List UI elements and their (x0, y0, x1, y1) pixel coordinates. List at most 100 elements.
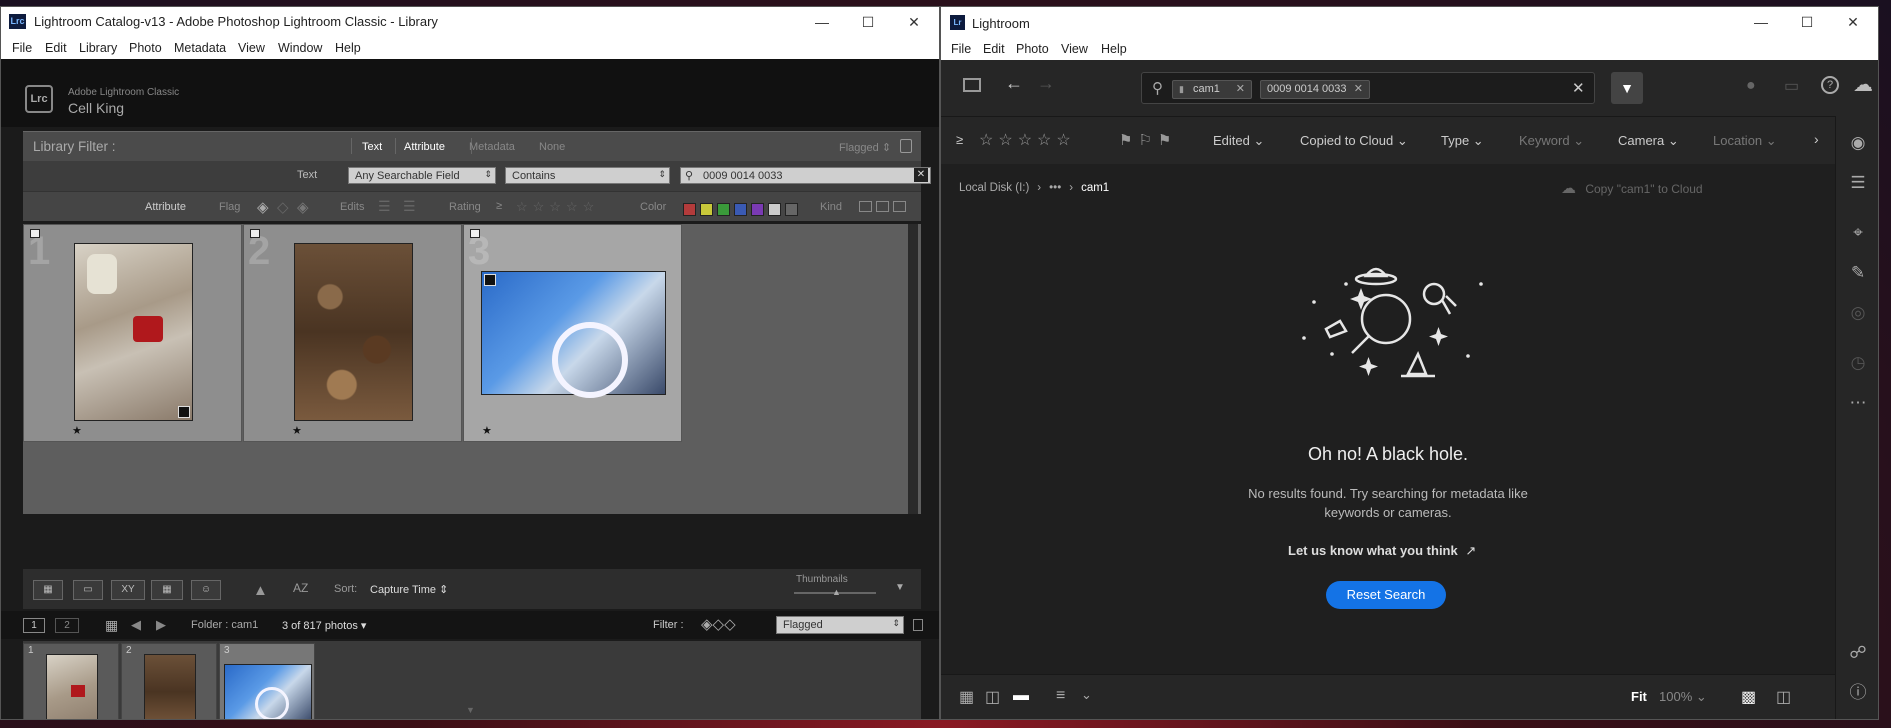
menu-edit[interactable]: Edit (45, 41, 67, 55)
notification-bell-icon[interactable]: ● (1746, 77, 1756, 95)
flag-icon[interactable] (30, 229, 40, 238)
menu-photo[interactable]: Photo (129, 41, 162, 55)
help-icon[interactable]: ? (1821, 76, 1839, 94)
menu-file[interactable]: File (951, 42, 971, 56)
toolbar-menu-chevron-icon[interactable]: ▼ (895, 582, 905, 593)
menu-view[interactable]: View (1061, 42, 1088, 56)
filmstrip-cell-selected[interactable]: 3 (219, 643, 315, 719)
forward-arrow-icon[interactable]: → (1037, 73, 1055, 94)
menu-file[interactable]: File (12, 41, 32, 55)
sort-chevron-icon[interactable]: ⌄ (1081, 687, 1092, 703)
searchable-field-dropdown[interactable]: Any Searchable Field ⇕ (348, 167, 496, 184)
grid-view-button[interactable]: ▦ (33, 580, 63, 600)
menu-help[interactable]: Help (335, 41, 361, 55)
filter-edited-dropdown[interactable]: Edited ⌄ (1213, 133, 1264, 149)
filter-location-dropdown[interactable]: Location ⌄ (1713, 133, 1777, 149)
filter-tab-text[interactable]: Text (362, 141, 382, 153)
menu-window[interactable]: Window (278, 41, 322, 55)
color-green-swatch[interactable] (717, 203, 730, 216)
color-yellow-swatch[interactable] (700, 203, 713, 216)
color-red-swatch[interactable] (683, 203, 696, 216)
filter-type-dropdown[interactable]: Type ⌄ (1441, 133, 1484, 149)
thumbnail-slider-handle[interactable]: ▲ (832, 587, 841, 597)
rating-stars-filter[interactable]: ☆☆☆☆☆ (516, 199, 599, 215)
flag-filter-rejected-icon[interactable]: ◈ (297, 198, 309, 216)
filter-toggle-button[interactable]: ▼ (1611, 72, 1643, 104)
survey-view-button[interactable]: ▦ (151, 580, 183, 600)
photo-thumbnail[interactable] (481, 271, 666, 398)
kind-video-icon[interactable] (893, 201, 906, 212)
grid-cell[interactable]: 1 ★ (23, 224, 242, 442)
reset-search-button[interactable]: Reset Search (1326, 581, 1446, 609)
photo-thumbnail[interactable] (74, 243, 193, 421)
menu-help[interactable]: Help (1101, 42, 1127, 56)
sort-dropdown[interactable]: Capture Time ⇕ (370, 583, 448, 596)
photo-thumbnail[interactable] (294, 243, 413, 421)
filmstrip-thumbnail[interactable] (46, 654, 98, 719)
search-chip-text[interactable]: 0009 0014 0033 ✕ (1260, 80, 1370, 99)
grid-cell-selected[interactable]: 3 ★ (463, 224, 682, 442)
share-icon[interactable]: ▭ (1784, 76, 1799, 96)
rating-star[interactable]: ★ (482, 424, 492, 437)
fit-label[interactable]: Fit (1631, 689, 1647, 704)
filter-camera-dropdown[interactable]: Camera ⌄ (1618, 133, 1679, 149)
sort-direction-icon[interactable]: AZ (293, 581, 308, 595)
maximize-button[interactable]: ☐ (1784, 7, 1830, 37)
grid-cell[interactable]: 2 ★ (243, 224, 462, 442)
clear-search-icon[interactable]: ✕ (1572, 79, 1585, 97)
filmstrip-thumbnail[interactable] (224, 664, 312, 719)
painter-icon[interactable]: ▲ (253, 582, 268, 599)
zoom-dropdown[interactable]: 100% ⌄ (1659, 689, 1707, 705)
menu-photo[interactable]: Photo (1016, 42, 1049, 56)
photo-count-dropdown[interactable]: 3 of 817 photos ▾ (282, 619, 366, 632)
filmstrip-filter-dropdown[interactable]: Flagged ⇕ (776, 616, 904, 634)
back-arrow-icon[interactable]: ◀ (131, 617, 141, 633)
lr-titlebar[interactable]: Lr Lightroom — ☐ ✕ (941, 7, 1878, 38)
text-search-input[interactable]: ⚲ 0009 0014 0033 ✕ (680, 167, 931, 184)
filter-toggle-icon[interactable] (913, 619, 923, 631)
clear-search-icon[interactable]: ✕ (914, 168, 928, 182)
bottom-panel-toggle-icon[interactable]: ▼ (466, 705, 475, 715)
compare-view-button[interactable]: XY (111, 580, 145, 600)
rating-operator[interactable]: ≥ (496, 200, 502, 212)
unedited-filter-icon[interactable]: ☰ (403, 198, 416, 215)
remove-chip-icon[interactable]: ✕ (1354, 81, 1363, 98)
keyword-tag-icon[interactable]: ☍ (1847, 642, 1869, 664)
crop-icon[interactable]: ⌖ (1847, 222, 1869, 244)
grid-view-icon[interactable]: ▦ (959, 687, 974, 707)
secondary-window-button[interactable]: 2 (55, 618, 79, 633)
detail-view-icon[interactable]: ▬ (1013, 687, 1029, 705)
primary-window-button[interactable]: 1 (23, 618, 45, 633)
filter-tab-metadata[interactable]: Metadata (469, 141, 515, 153)
menu-library[interactable]: Library (79, 41, 117, 55)
flag-icon[interactable] (470, 229, 480, 238)
filter-lock-icon[interactable] (900, 139, 912, 153)
lrc-titlebar[interactable]: Lrc Lightroom Catalog-v13 - Adobe Photos… (1, 7, 939, 37)
info-icon[interactable]: ⓘ (1847, 682, 1869, 704)
breadcrumb-root[interactable]: Local Disk (I:) (959, 182, 1029, 194)
edit-icon[interactable]: ◉ (1847, 132, 1869, 154)
sidebar-toggle-icon[interactable] (963, 78, 981, 92)
color-purple-swatch[interactable] (751, 203, 764, 216)
kind-master-icon[interactable] (859, 201, 872, 212)
grid-scrollbar[interactable] (908, 224, 918, 514)
history-icon[interactable]: ◷ (1847, 352, 1869, 374)
filter-copied-dropdown[interactable]: Copied to Cloud ⌄ (1300, 133, 1408, 149)
minimize-button[interactable]: — (1738, 7, 1784, 37)
sort-icon[interactable]: ≡ (1056, 687, 1065, 705)
flag-filter-icons[interactable]: ⚑⚐⚑ (1119, 131, 1177, 149)
close-button[interactable]: ✕ (891, 7, 937, 37)
healing-icon[interactable]: ✎ (1847, 262, 1869, 284)
maximize-button[interactable]: ☐ (845, 7, 891, 37)
remove-chip-icon[interactable]: ✕ (1236, 81, 1245, 98)
filter-tab-none[interactable]: None (539, 141, 565, 153)
flag-icon[interactable] (250, 229, 260, 238)
sliders-icon[interactable]: ☰ (1847, 172, 1869, 194)
color-other-swatch[interactable] (768, 203, 781, 216)
people-view-button[interactable]: ☺ (191, 580, 221, 600)
more-icon[interactable]: ⋯ (1847, 392, 1869, 414)
masking-icon[interactable]: ◎ (1847, 302, 1869, 324)
rating-filter-stars[interactable]: ☆☆☆☆☆ (979, 130, 1076, 150)
color-none-swatch[interactable] (785, 203, 798, 216)
kind-virtual-copy-icon[interactable] (876, 201, 889, 212)
